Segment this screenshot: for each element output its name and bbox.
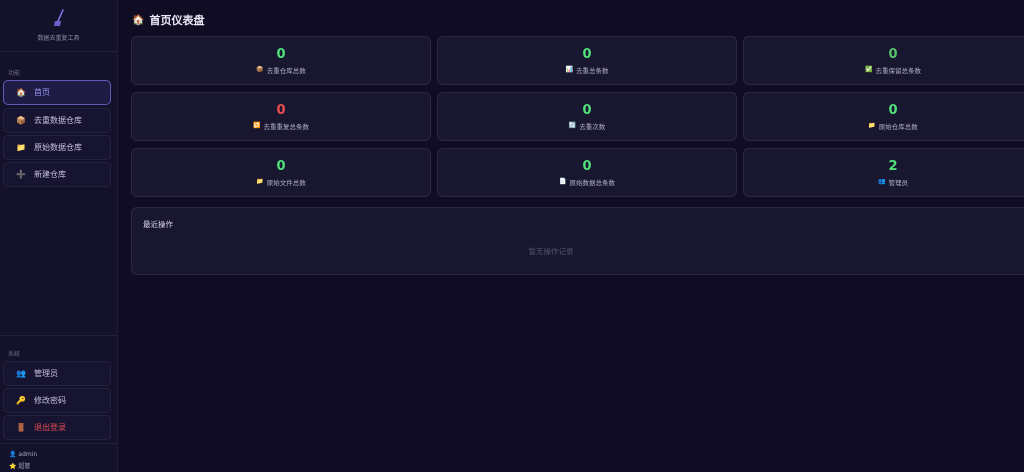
- stat-label: 📁 原始仓库总数: [868, 121, 917, 131]
- stat-card-dedup-total: 0 📊 去重总条数: [437, 36, 737, 85]
- section-label-system: 系统: [8, 351, 21, 358]
- nav-item-logout[interactable]: 🚪 退出登录: [3, 415, 111, 440]
- stat-label: 🔁 去重重复总条数: [253, 121, 309, 131]
- stat-value: 0: [582, 102, 592, 118]
- stat-value: 0: [888, 46, 898, 62]
- stat-label-text: 原始数据总条数: [569, 178, 615, 187]
- chart-icon: 📊: [565, 66, 573, 73]
- nav-label: 去重数据仓库: [34, 116, 82, 125]
- refresh-icon: 🔄: [568, 122, 577, 129]
- nav-item-home[interactable]: 🏠 首页: [3, 80, 111, 105]
- nav-label: 原始数据仓库: [34, 143, 82, 152]
- stat-label-text: 去重保留总条数: [875, 66, 921, 75]
- stat-label: 📄 原始数据总条数: [559, 177, 615, 187]
- nav-item-raw-repo[interactable]: 📁 原始数据仓库: [3, 135, 111, 160]
- stat-value: 2: [888, 158, 898, 174]
- stat-label: 📊 去重总条数: [566, 65, 609, 75]
- home-icon: 🏠: [16, 88, 26, 97]
- nav-label: 管理员: [34, 369, 58, 378]
- stat-card-dedup-runs: 0 🔄 去重次数: [437, 92, 737, 141]
- user-role: ⭐ 超管: [9, 461, 30, 470]
- stat-card-dedup-kept: 0 ✅ 去重保留总条数: [743, 36, 1024, 85]
- current-user: 👤 admin: [9, 451, 37, 458]
- divider: [0, 335, 118, 336]
- box-icon: 📦: [16, 116, 26, 125]
- stat-label-text: 管理员: [888, 178, 908, 187]
- empty-state-text: 暂无操作记录: [528, 247, 574, 256]
- key-icon: 🔑: [16, 396, 26, 405]
- page-title: 🏠 首页仪表盘: [132, 12, 204, 28]
- stat-label-text: 去重次数: [579, 122, 606, 131]
- nav-item-admins[interactable]: 👥 管理员: [3, 361, 111, 386]
- stat-label: 📦 去重仓库总数: [256, 65, 305, 75]
- stat-value: 0: [582, 46, 592, 62]
- role-label: 超管: [18, 463, 31, 470]
- folder-icon: 📁: [16, 143, 26, 152]
- stat-card-admins: 2 👥 管理员: [743, 148, 1024, 197]
- recent-operations-title: 最近操作: [143, 220, 173, 229]
- stat-label: ✅ 去重保留总条数: [865, 65, 921, 75]
- folder-icon: 📁: [256, 178, 264, 185]
- nav-item-dedup-repo[interactable]: 📦 去重数据仓库: [3, 108, 111, 133]
- box-icon: 📦: [256, 66, 264, 73]
- nav-label: 新建仓库: [34, 170, 66, 179]
- brand-title: 数据去重复工具: [37, 35, 80, 42]
- document-icon: 📄: [559, 178, 567, 185]
- stat-card-raw-files: 0 📁 原始文件总数: [131, 148, 431, 197]
- stat-label-text: 去重总条数: [575, 66, 609, 75]
- stat-value: 0: [888, 102, 898, 118]
- nav-label: 首页: [34, 88, 50, 97]
- broom-icon: [53, 9, 64, 26]
- stat-card-dedup-repos: 0 📦 去重仓库总数: [131, 36, 431, 85]
- sidebar: 数据去重复工具 功能 🏠 首页 📦 去重数据仓库 📁 原始数据仓库 ➕ 新建仓库…: [0, 0, 118, 472]
- page-title-text: 首页仪表盘: [149, 14, 205, 27]
- home-icon: 🏠: [132, 14, 145, 26]
- stat-label-text: 原始文件总数: [266, 178, 306, 187]
- stat-label-text: 去重仓库总数: [266, 66, 306, 75]
- stat-card-dedup-duplicates: 0 🔁 去重重复总条数: [131, 92, 431, 141]
- divider: [0, 443, 118, 444]
- stat-card-raw-records: 0 📄 原始数据总条数: [437, 148, 737, 197]
- brand: 数据去重复工具: [0, 0, 117, 52]
- stat-label: 📁 原始文件总数: [256, 177, 305, 187]
- stat-label: 👥 管理员: [878, 177, 908, 187]
- repeat-icon: 🔁: [253, 122, 261, 129]
- user-name: admin: [18, 451, 38, 458]
- nav-label: 修改密码: [34, 396, 66, 405]
- nav-label: 退出登录: [34, 423, 66, 432]
- stat-label: 🔄 去重次数: [569, 121, 605, 131]
- recent-operations-panel: 最近操作 暂无操作记录: [131, 207, 1024, 275]
- door-icon: 🚪: [16, 423, 26, 432]
- users-icon: 👥: [878, 178, 886, 185]
- users-icon: 👥: [16, 369, 26, 378]
- nav-item-new-repo[interactable]: ➕ 新建仓库: [3, 162, 111, 187]
- section-label-function: 功能: [8, 70, 21, 77]
- stat-label-text: 去重重复总条数: [263, 122, 309, 131]
- stat-card-raw-repos: 0 📁 原始仓库总数: [743, 92, 1024, 141]
- stat-value: 0: [276, 158, 286, 174]
- nav-item-change-password[interactable]: 🔑 修改密码: [3, 388, 111, 413]
- stat-value: 0: [276, 102, 286, 118]
- star-icon: ⭐: [9, 463, 17, 470]
- plus-icon: ➕: [16, 170, 26, 179]
- stat-label-text: 原始仓库总数: [878, 122, 918, 131]
- stat-value: 0: [582, 158, 592, 174]
- check-icon: ✅: [865, 66, 873, 73]
- stat-value: 0: [276, 46, 286, 62]
- folder-icon: 📁: [868, 122, 876, 129]
- user-icon: 👤: [9, 451, 17, 458]
